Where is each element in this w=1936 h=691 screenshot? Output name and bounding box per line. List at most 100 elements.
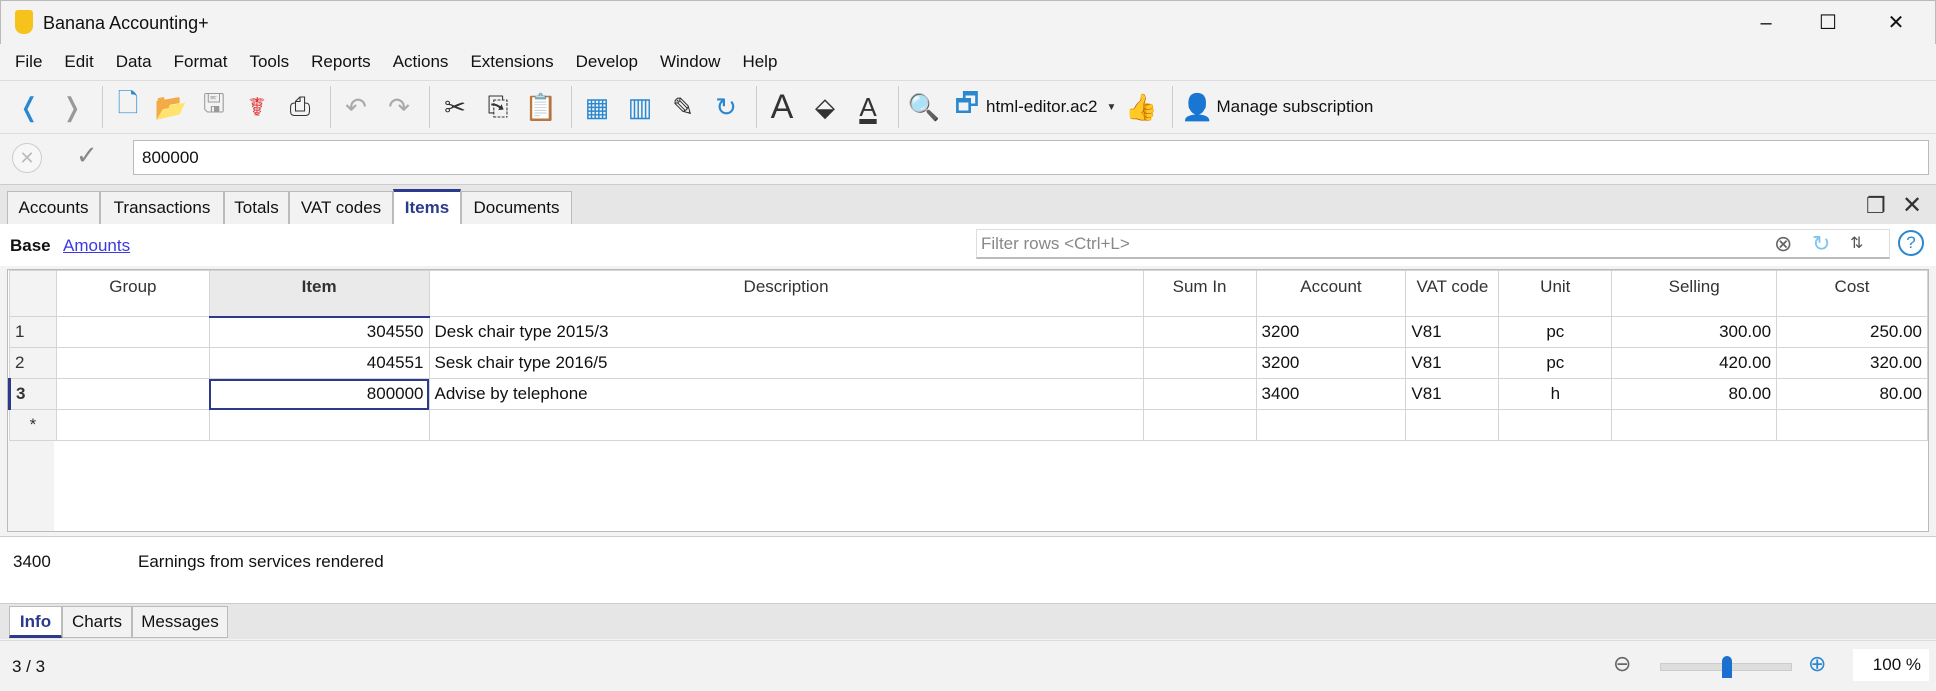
row-number[interactable]: 2 <box>9 347 57 379</box>
redo-icon[interactable]: ↷ <box>380 87 418 127</box>
user-icon[interactable]: 👤 <box>1179 87 1217 127</box>
cell-empty[interactable] <box>1142 409 1257 441</box>
cell-selling[interactable]: 80.00 <box>1611 378 1778 410</box>
open-folder-icon[interactable]: 📂 <box>152 87 190 127</box>
print-icon[interactable]: ⎙ <box>281 87 319 127</box>
menu-data[interactable]: Data <box>105 52 163 72</box>
cell-sum-in[interactable] <box>1142 316 1257 348</box>
cell-description[interactable]: Desk chair type 2015/3 <box>428 316 1144 348</box>
menu-actions[interactable]: Actions <box>382 52 460 72</box>
cell-cost[interactable]: 80.00 <box>1776 378 1928 410</box>
text-color-icon[interactable]: A <box>849 87 887 127</box>
cell-unit[interactable]: pc <box>1498 347 1613 379</box>
tab-transactions[interactable]: Transactions <box>100 191 224 225</box>
cell-description[interactable]: Sesk chair type 2016/5 <box>428 347 1144 379</box>
new-file-icon[interactable]: 🗋 <box>109 87 147 127</box>
help-icon[interactable]: ? <box>1898 230 1924 256</box>
filter-rows-input[interactable]: Filter rows <Ctrl+L> <box>976 229 1890 259</box>
column-header-group[interactable]: Group <box>55 270 210 317</box>
cell-empty[interactable] <box>208 409 430 441</box>
cell-account[interactable]: 3200 <box>1255 316 1407 348</box>
cell-empty[interactable] <box>1255 409 1407 441</box>
menu-file[interactable]: File <box>4 52 53 72</box>
cut-icon[interactable]: ✂ <box>436 87 474 127</box>
column-header-description[interactable]: Description <box>428 270 1144 317</box>
clear-filter-icon[interactable]: ⊗ <box>1774 231 1792 257</box>
row-number[interactable]: 1 <box>9 316 57 348</box>
cell-cost[interactable]: 320.00 <box>1776 347 1928 379</box>
tab-items[interactable]: Items <box>393 189 461 225</box>
menu-extensions[interactable]: Extensions <box>459 52 564 72</box>
minimize-button[interactable]: – <box>1743 7 1789 39</box>
window-icon[interactable]: 🗗 <box>948 87 986 127</box>
back-icon[interactable]: ❬ <box>10 87 48 127</box>
view-amounts[interactable]: Amounts <box>63 236 130 256</box>
cell-selling[interactable]: 300.00 <box>1611 316 1778 348</box>
pdf-icon[interactable]: ☤ <box>238 87 276 127</box>
cell-sum-in[interactable] <box>1142 378 1257 410</box>
close-panel-icon[interactable]: ✕ <box>1902 191 1922 220</box>
cell-unit[interactable]: h <box>1498 378 1613 410</box>
menu-format[interactable]: Format <box>163 52 239 72</box>
column-header-item[interactable]: Item <box>208 270 430 318</box>
forward-icon[interactable]: ❭ <box>53 87 91 127</box>
row-number[interactable]: 3 <box>8 378 57 410</box>
view-base[interactable]: Base <box>10 236 51 256</box>
tab-documents[interactable]: Documents <box>461 191 572 225</box>
search-icon[interactable]: 🔍 <box>905 87 943 127</box>
cell-group[interactable] <box>55 347 210 379</box>
zoom-slider-thumb[interactable] <box>1722 656 1732 678</box>
cell-description[interactable]: Advise by telephone <box>428 378 1144 410</box>
edit-icon[interactable]: ✎ <box>664 87 702 127</box>
zoom-out-icon[interactable]: ⊖ <box>1613 651 1631 677</box>
tab-info[interactable]: Info <box>9 606 62 638</box>
cell-group[interactable] <box>55 316 210 348</box>
copy-icon[interactable]: ⎘ <box>479 87 517 127</box>
chevron-down-icon[interactable]: ▼ <box>1106 87 1118 127</box>
font-icon[interactable]: A <box>763 87 801 127</box>
cell-item[interactable]: 404551 <box>208 347 430 379</box>
tab-totals[interactable]: Totals <box>224 191 289 225</box>
zoom-level[interactable]: 100 % <box>1853 649 1929 681</box>
insert-row-icon[interactable]: ▥ <box>621 87 659 127</box>
undo-icon[interactable]: ↶ <box>337 87 375 127</box>
fill-color-icon[interactable]: ⬙ <box>806 87 844 127</box>
menu-help[interactable]: Help <box>731 52 788 72</box>
cell-account[interactable]: 3200 <box>1255 347 1407 379</box>
column-header-account[interactable]: Account <box>1255 270 1407 317</box>
column-header-unit[interactable]: Unit <box>1498 270 1613 317</box>
cell-cost[interactable]: 250.00 <box>1776 316 1928 348</box>
cell-empty[interactable] <box>1776 409 1928 441</box>
cell-vat-code[interactable]: V81 <box>1405 316 1500 348</box>
paste-icon[interactable]: 📋 <box>522 87 560 127</box>
cell-sum-in[interactable] <box>1142 347 1257 379</box>
cancel-edit-icon[interactable]: ✕ <box>12 143 42 173</box>
menu-tools[interactable]: Tools <box>238 52 300 72</box>
manage-subscription-button[interactable]: Manage subscription <box>1217 97 1374 117</box>
cell-vat-code[interactable]: V81 <box>1405 378 1500 410</box>
restore-panel-icon[interactable]: ❐ <box>1866 193 1886 219</box>
menu-window[interactable]: Window <box>649 52 731 72</box>
tab-messages[interactable]: Messages <box>132 606 228 638</box>
cell-account[interactable]: 3400 <box>1255 378 1407 410</box>
cell-empty[interactable] <box>55 409 210 441</box>
column-header-selling[interactable]: Selling <box>1611 270 1778 317</box>
tab-vat-codes[interactable]: VAT codes <box>289 191 393 225</box>
cell-vat-code[interactable]: V81 <box>1405 347 1500 379</box>
menu-develop[interactable]: Develop <box>565 52 649 72</box>
zoom-slider[interactable] <box>1660 656 1792 678</box>
column-header-sum-in[interactable]: Sum In <box>1142 270 1257 317</box>
column-header-vat-code[interactable]: VAT code <box>1405 270 1500 317</box>
file-name-dropdown[interactable]: html-editor.ac2 <box>986 97 1098 117</box>
cell-empty[interactable] <box>1611 409 1778 441</box>
refresh-icon[interactable]: ↻ <box>707 87 745 127</box>
zoom-in-icon[interactable]: ⊕ <box>1808 651 1826 677</box>
cell-edit-input[interactable]: 800000 <box>133 140 1929 175</box>
cell-group[interactable] <box>55 378 210 410</box>
cell-item-selected[interactable]: 800000 <box>208 378 430 410</box>
column-header-cost[interactable]: Cost <box>1776 270 1928 317</box>
menu-edit[interactable]: Edit <box>53 52 104 72</box>
cell-item[interactable]: 304550 <box>208 316 430 348</box>
tab-charts[interactable]: Charts <box>62 606 132 638</box>
refresh-filter-icon[interactable]: ↻ <box>1812 231 1830 257</box>
